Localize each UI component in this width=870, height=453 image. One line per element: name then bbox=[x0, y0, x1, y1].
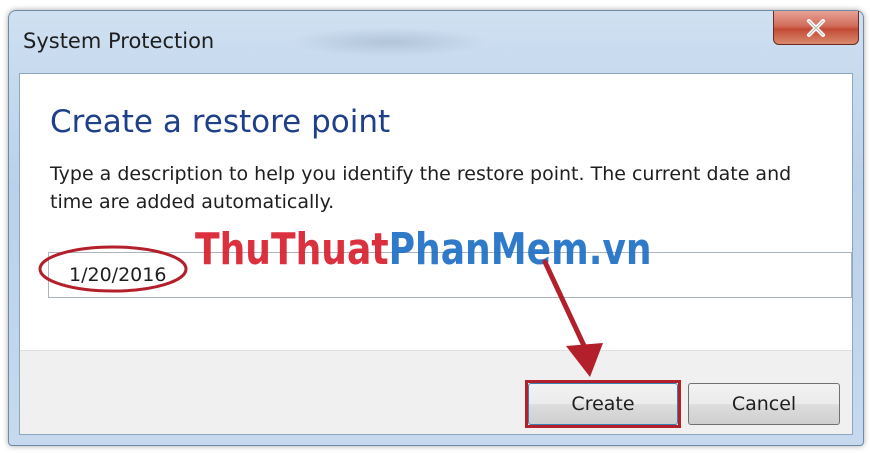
page-title: Create a restore point bbox=[50, 104, 391, 140]
dialog-content: Create a restore point Type a descriptio… bbox=[19, 73, 853, 435]
button-bar: Create Cancel bbox=[20, 350, 852, 434]
title-bar[interactable]: System Protection bbox=[9, 11, 863, 73]
system-protection-dialog: System Protection Create a restore point… bbox=[8, 10, 864, 446]
title-bar-reflection bbox=[289, 27, 489, 57]
close-button[interactable] bbox=[773, 11, 859, 45]
description-text: Type a description to help you identify … bbox=[50, 163, 792, 213]
window-title: System Protection bbox=[23, 29, 215, 53]
restore-point-description-input[interactable] bbox=[48, 252, 852, 298]
create-button[interactable]: Create bbox=[528, 383, 678, 425]
close-icon bbox=[807, 18, 825, 37]
cancel-button[interactable]: Cancel bbox=[688, 383, 840, 425]
